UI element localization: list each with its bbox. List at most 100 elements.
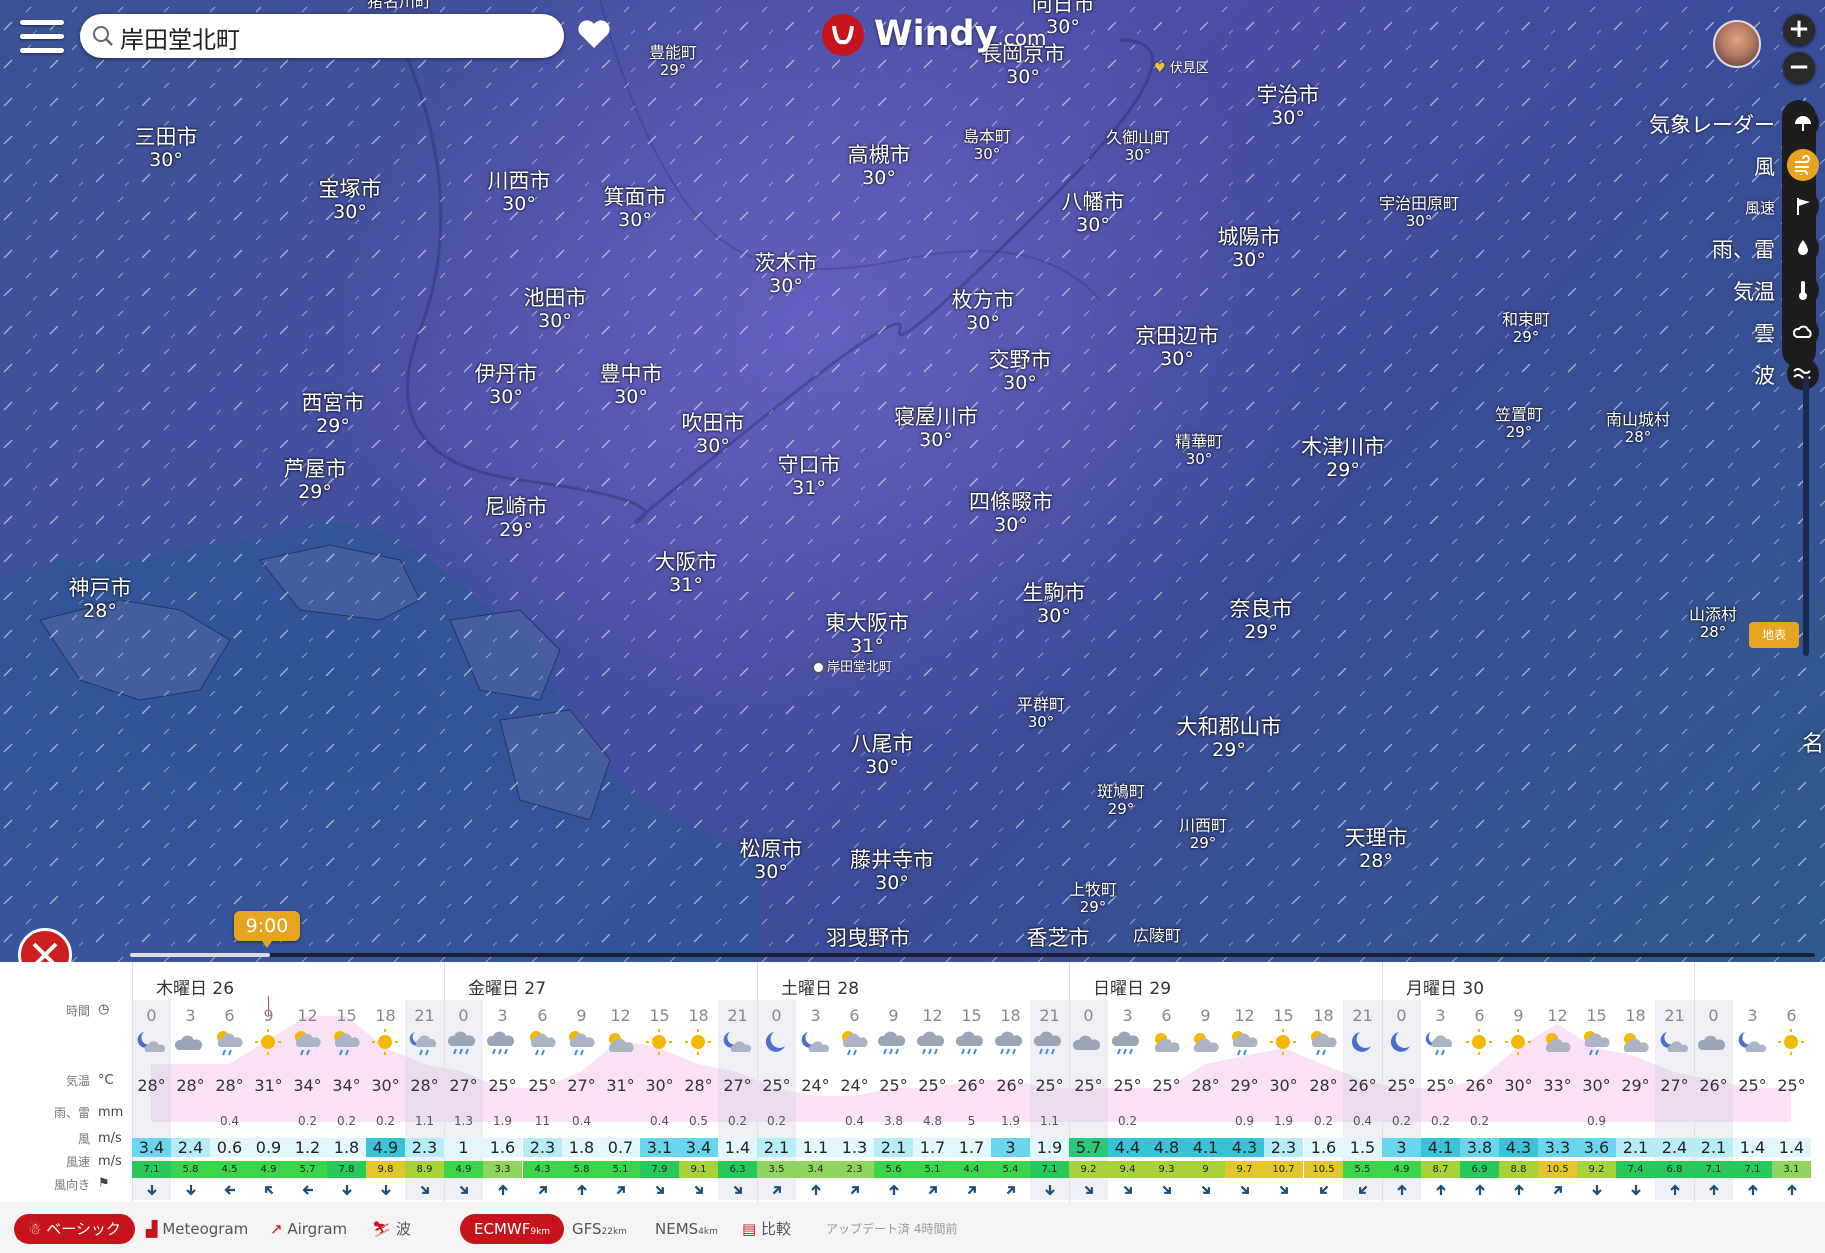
meteogram-tab-label: Meteogram: [162, 1220, 249, 1238]
day-header[interactable]: 金曜日 27: [468, 974, 546, 999]
rain-cell: 0.4: [844, 1114, 865, 1128]
wind-speed-cell: 4.3: [1225, 1138, 1264, 1157]
time-bubble[interactable]: 9:00: [234, 911, 300, 948]
favorite-heart-icon[interactable]: [576, 18, 612, 50]
wind-direction-arrow-icon: [523, 1183, 562, 1201]
zoom-out-button[interactable]: −: [1783, 52, 1815, 84]
temperature-cell: 34°: [332, 1076, 361, 1095]
city-label: 四條畷市 30°: [969, 490, 1053, 536]
timeline-slider[interactable]: [130, 950, 1815, 958]
gust-cell: 6.8: [1655, 1161, 1694, 1178]
wind-speed-cell: 3.4: [132, 1138, 171, 1157]
city-name: 久御山町: [1105, 128, 1171, 147]
city-label: 三田市 30°: [135, 125, 198, 171]
city-name: 伊丹市: [474, 362, 538, 386]
city-temperature: 29°: [499, 518, 533, 541]
rain-cell: 0.5: [688, 1114, 709, 1128]
temperature-cell: 25°: [1035, 1076, 1064, 1095]
city-temperature: 29°: [1244, 620, 1278, 643]
gust-cell: 7.1: [1030, 1161, 1069, 1178]
logo-brand-text: Windy: [874, 14, 998, 54]
city-label: 神戸市 28°: [69, 576, 132, 622]
city-name: 川西市: [487, 169, 551, 193]
city-temperature: 29°: [298, 480, 332, 503]
weather-moon-icon: [1382, 1028, 1421, 1056]
city-temperature: 30°: [754, 860, 788, 883]
temperature-cell: 28°: [1309, 1076, 1338, 1095]
wind-speed-cell: 4.1: [1186, 1138, 1225, 1157]
wind-direction-arrow-icon: [1421, 1183, 1460, 1201]
rain-cell: 1.9: [492, 1114, 513, 1128]
waves-tab[interactable]: ⛷ 波: [372, 1214, 411, 1244]
city-name: 宇治田原町: [1378, 194, 1460, 213]
temperature-cell: 25°: [1387, 1076, 1416, 1095]
city-name: 大阪市: [654, 550, 718, 574]
rain-cell: 1.9: [1000, 1114, 1021, 1128]
wind-direction-arrow-icon: [952, 1183, 991, 1201]
layer-label: 気温: [1733, 280, 1775, 304]
flag-icon: ⚑: [98, 1176, 110, 1191]
weather-night-cloud-icon: [1733, 1028, 1772, 1056]
rain-cell: 0.2: [336, 1114, 357, 1128]
day-header[interactable]: 木曜日 26: [156, 974, 234, 999]
city-label: 上牧町 29°: [1069, 881, 1117, 916]
day-header[interactable]: 日曜日 29: [1093, 974, 1171, 999]
search-bar[interactable]: [80, 14, 564, 58]
gust-cell: 7.1: [1733, 1161, 1772, 1178]
day-header[interactable]: 土曜日 28: [781, 974, 859, 999]
city-name: 山添村: [1688, 605, 1738, 624]
gust-cell: 3.1: [1772, 1161, 1811, 1178]
hour-cell: 21: [414, 1006, 435, 1025]
wind-direction-arrow-icon: [1460, 1183, 1499, 1201]
temperature-cell: 28°: [410, 1076, 439, 1095]
city-temperature: 30°: [618, 208, 652, 231]
rain-cell: 0.4: [571, 1114, 592, 1128]
wind-direction-arrow-icon: [210, 1183, 249, 1201]
city-label: 川西町 29°: [1179, 817, 1227, 852]
hour-cell: 3: [1435, 1006, 1446, 1025]
temperature-cell: 25°: [1777, 1076, 1806, 1095]
search-input[interactable]: [118, 18, 552, 56]
windy-logo[interactable]: Windy.com: [820, 12, 1046, 60]
city-name: 松原市: [739, 837, 803, 861]
zoom-in-button[interactable]: +: [1783, 14, 1815, 46]
cloud-icon: [1787, 316, 1819, 348]
city-label: 香芝市: [1027, 926, 1090, 951]
weather-rain-icon: [1030, 1028, 1069, 1056]
city-temperature: 29°: [1212, 738, 1246, 761]
favorite-place-label[interactable]: ♥ 伏見区: [1154, 57, 1209, 76]
wind-speed-cell: 3.4: [679, 1138, 718, 1157]
layer-scrollbar[interactable]: [1803, 376, 1809, 656]
airgram-tab[interactable]: ↗ Airgram: [270, 1214, 347, 1244]
compare-button[interactable]: ▤ 比較: [742, 1214, 791, 1244]
ecmwf-model-button[interactable]: ECMWF9km: [460, 1214, 565, 1244]
temperature-cell: 28°: [176, 1076, 205, 1095]
wind-speed-cell: 2.1: [1616, 1138, 1655, 1157]
user-avatar[interactable]: [1713, 20, 1761, 68]
day-header[interactable]: 月曜日 30: [1406, 974, 1484, 999]
city-temperature: 30°: [333, 200, 367, 223]
weather-night-cloud-icon: [718, 1028, 757, 1056]
timeline-track[interactable]: [130, 953, 1815, 957]
gust-cell: 9.7: [1225, 1161, 1264, 1178]
location-pin[interactable]: 岸田堂北町: [812, 656, 892, 675]
city-label: 守口市 31°: [778, 453, 841, 499]
city-name: 芦屋市: [283, 457, 347, 481]
hamburger-menu-icon[interactable]: [18, 14, 66, 62]
map[interactable]: 猪名川町 豊能町 29° 長岡京市 30° 向日市 30° 宇治市 30° 三田市 30° 宝塚市 30…: [0, 0, 1825, 962]
gust-cell: 7.1: [1694, 1161, 1733, 1178]
gfs-model-button[interactable]: GFS22km: [572, 1214, 627, 1244]
weather-cloud-sun-icon: [1147, 1028, 1186, 1056]
basic-tab[interactable]: ☃ ベーシック: [14, 1214, 135, 1244]
gust-cell: 3.4: [796, 1161, 835, 1178]
wind-speed-cell: 2.3: [523, 1138, 562, 1157]
meteogram-tab[interactable]: ▟ Meteogram: [146, 1214, 248, 1244]
surface-level-button[interactable]: 地表: [1749, 622, 1799, 648]
layer-label: 雨、雷: [1712, 238, 1775, 262]
hour-cell: 21: [1664, 1006, 1685, 1025]
nems-model-button[interactable]: NEMS4km: [655, 1214, 718, 1244]
city-temperature: 30°: [502, 192, 536, 215]
gust-cell: 6.3: [718, 1161, 757, 1178]
wind-speed-cell: 1.4: [1772, 1138, 1811, 1157]
gust-cell: 9.1: [679, 1161, 718, 1178]
